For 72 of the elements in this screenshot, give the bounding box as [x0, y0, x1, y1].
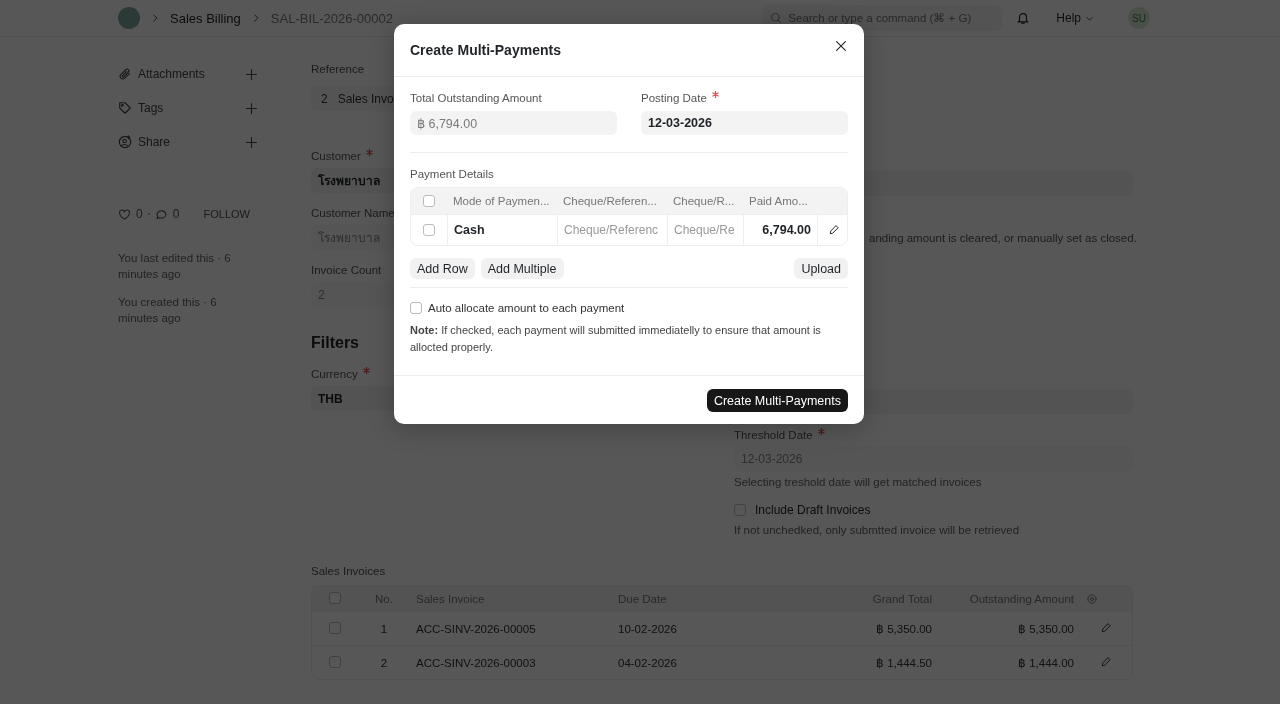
table-cell: ฿ 1,444.50: [774, 645, 938, 679]
sidebar-item[interactable]: Tags: [138, 101, 239, 115]
table-cell: 1: [358, 611, 410, 645]
upload-button[interactable]: Upload: [794, 258, 848, 279]
field-label: Currency: [311, 365, 370, 383]
table-cell: 2: [358, 645, 410, 679]
grid-button[interactable]: Add Row: [410, 258, 475, 279]
table-cell: 04-02-2026: [612, 645, 775, 679]
required-icon: [365, 149, 373, 156]
help-menu[interactable]: Help: [1054, 9, 1096, 27]
column-header: Cheque/R...: [667, 188, 743, 214]
close-icon: [834, 39, 848, 53]
table-cell: ฿ 5,350.00: [938, 611, 1080, 645]
field-label: Customer Name: [311, 206, 395, 221]
required-icon: [711, 91, 719, 98]
select-all-checkbox[interactable]: [423, 195, 435, 207]
paperclip-icon: [118, 67, 132, 81]
dialog-title: Create Multi-Payments: [410, 41, 561, 60]
field-label: Total Outstanding Amount: [410, 91, 542, 106]
heart-icon: [118, 207, 131, 221]
follow-button[interactable]: FOLLOW: [197, 207, 256, 221]
plus-icon: [245, 101, 258, 115]
note-text: Note: If checked, each payment will submitted immediatelly to ensure that amount is allocted properly.: [410, 323, 822, 355]
column-header: Mode of Paymen...: [447, 188, 557, 214]
chevron-right-icon: [150, 13, 160, 23]
section-label: Payment Details: [410, 167, 494, 182]
sidebar-item[interactable]: Attachments: [138, 67, 239, 81]
date-field[interactable]: 12-03-2026: [641, 111, 848, 135]
required-icon: [817, 428, 825, 435]
checkbox-label: Include Draft Invoices: [755, 503, 871, 517]
row-checkbox[interactable]: [423, 224, 435, 236]
checkbox[interactable]: [410, 302, 422, 314]
table-cell[interactable]: 6,794.00: [743, 214, 817, 245]
table-cell[interactable]: ACC-SINV-2026-00005: [410, 611, 612, 645]
table-cell: ฿ 1,444.00: [938, 645, 1080, 679]
count-text: 2: [321, 91, 328, 106]
create-payments-button[interactable]: Create Multi-Payments: [706, 389, 848, 412]
table-cell[interactable]: Cash: [447, 214, 557, 245]
column-header: Cheque/Referen...: [557, 188, 667, 214]
breadcrumb-link[interactable]: Sales Billing: [170, 10, 241, 26]
plus-icon: [245, 135, 258, 149]
comment-icon: [154, 207, 168, 221]
table-title: Sales Invoices: [311, 564, 386, 579]
grid-button[interactable]: Add Multiple: [480, 258, 564, 279]
field-label: Customer: [311, 147, 373, 165]
close-button[interactable]: [834, 39, 848, 53]
logo-icon[interactable]: [118, 7, 140, 29]
link-text: Sales Invo: [337, 91, 394, 106]
reference-input[interactable]: Cheque/Referenc: [564, 223, 661, 237]
tag-icon: [118, 101, 132, 115]
user-plus-icon: [118, 135, 132, 149]
edit-icon: [827, 224, 840, 236]
table-cell[interactable]: ACC-SINV-2026-00003: [410, 645, 612, 679]
settings-icon: [1086, 592, 1098, 605]
sidebar-item[interactable]: Share: [138, 135, 239, 149]
field-label: Posting Date: [641, 89, 719, 107]
field-label: Invoice Count: [311, 263, 382, 278]
required-icon: [362, 367, 370, 374]
date-input[interactable]: Cheque/Re: [674, 223, 737, 237]
edit-icon: [1100, 621, 1112, 634]
column-header: Paid Amo...: [743, 188, 817, 214]
amount-field: ฿ 6,794.00: [410, 111, 617, 135]
bell-icon: [1016, 11, 1031, 25]
table-cell: ฿ 5,350.00: [774, 611, 938, 645]
table-cell: 10-02-2026: [612, 611, 775, 645]
section-heading: Filters: [311, 333, 359, 353]
field-label: Reference: [311, 62, 365, 77]
search-icon: [770, 12, 783, 24]
edit-icon: [1100, 655, 1112, 668]
plus-icon: [245, 67, 258, 81]
checkbox-label: Auto allocate amount to each payment: [428, 302, 625, 314]
like-count: 0: [136, 207, 143, 221]
